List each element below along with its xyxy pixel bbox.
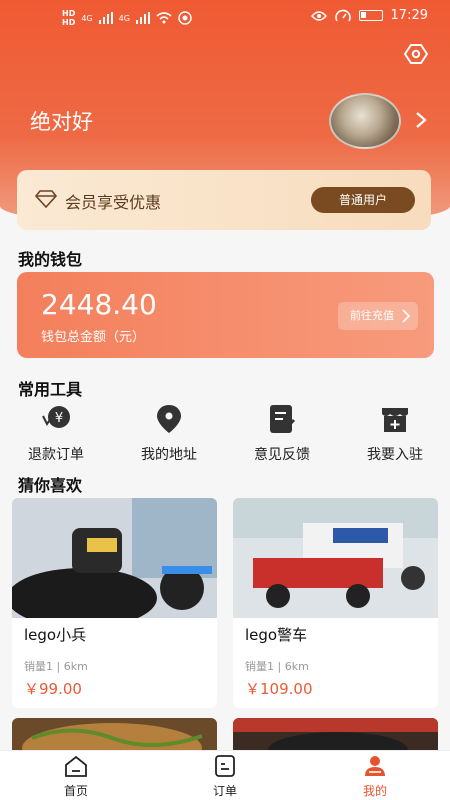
tool-refund-orders[interactable]: ¥ 退款订单	[6, 402, 106, 464]
tool-label: 退款订单	[28, 447, 84, 463]
tools-row: ¥ 退款订单 我的地址 意见反馈 我要入驻	[0, 402, 450, 464]
hd-badge: HD	[62, 9, 76, 18]
tab-label: 订单	[212, 784, 237, 798]
product-sales-count: 销量1	[245, 660, 274, 673]
hd-badge: HD	[62, 18, 76, 27]
clock: 17:29	[390, 8, 428, 23]
avatar[interactable]	[329, 93, 401, 149]
order-icon	[215, 755, 235, 777]
tool-my-address[interactable]: 我的地址	[119, 402, 219, 464]
tab-label: 首页	[63, 784, 88, 798]
network-label: 4G	[81, 13, 93, 23]
tab-home[interactable]: 首页	[36, 755, 116, 799]
product-price: ￥109.00	[245, 680, 313, 698]
member-card[interactable]: 会员享受优惠 普通用户	[17, 170, 431, 230]
signal-icon	[98, 12, 113, 24]
wallet-section-title: 我的钱包	[18, 250, 83, 269]
diamond-icon	[35, 190, 57, 208]
wallet-amount: 2448.40	[41, 288, 157, 321]
location-pin-icon	[157, 405, 181, 433]
refund-icon: ¥	[42, 406, 70, 428]
settings-icon[interactable]	[404, 44, 428, 64]
recommend-section-title: 猜你喜欢	[18, 476, 83, 495]
bottom-tab-bar: 首页 订单 我的	[0, 750, 450, 800]
network-label: 4G	[118, 13, 130, 23]
product-image	[233, 498, 438, 618]
product-distance: 6km	[63, 660, 88, 673]
svg-text:¥: ¥	[55, 411, 63, 426]
signal-icon	[135, 12, 150, 24]
recharge-label: 前往充值	[350, 309, 394, 322]
product-price: ￥99.00	[24, 680, 82, 698]
recharge-button[interactable]: 前往充值	[338, 302, 418, 330]
user-icon	[365, 756, 385, 776]
notification-icon	[178, 11, 192, 25]
tool-join-merchant[interactable]: 我要入驻	[345, 402, 445, 464]
product-card[interactable]: lego警车 销量1 | 6km ￥109.00	[233, 498, 438, 708]
status-bar: HD HD 4G 4G 17:29	[0, 0, 450, 38]
chevron-right-icon[interactable]	[414, 110, 428, 130]
product-card[interactable]: lego小兵 销量1 | 6km ￥99.00	[12, 498, 217, 708]
speedometer-icon	[334, 9, 351, 21]
tool-label: 我要入驻	[367, 447, 423, 463]
member-level-button[interactable]: 普通用户	[311, 187, 415, 213]
wallet-amount-label: 钱包总金额（元）	[41, 330, 146, 345]
home-icon	[65, 755, 87, 777]
tool-label: 意见反馈	[254, 447, 310, 463]
product-distance: 6km	[284, 660, 309, 673]
feedback-icon	[270, 405, 296, 433]
tab-label: 我的	[362, 784, 387, 798]
battery-icon	[358, 10, 383, 21]
wifi-icon	[156, 12, 172, 24]
status-right: 17:29	[310, 8, 428, 23]
tab-mine[interactable]: 我的	[335, 755, 415, 799]
product-sales: 销量1 | 6km	[245, 660, 309, 673]
member-benefit-text: 会员享受优惠	[65, 193, 162, 212]
username[interactable]: 绝对好	[30, 106, 93, 136]
product-sales-count: 销量1	[24, 660, 53, 673]
product-sales: 销量1 | 6km	[24, 660, 88, 673]
product-name: lego警车	[245, 626, 308, 644]
status-left: HD HD 4G 4G	[62, 9, 192, 27]
tab-orders[interactable]: 订单	[185, 755, 265, 799]
tools-section-title: 常用工具	[18, 380, 83, 399]
product-image	[12, 498, 217, 628]
wallet-card[interactable]: 2448.40 钱包总金额（元） 前往充值	[17, 272, 434, 358]
chevron-right-icon	[402, 309, 410, 323]
product-name: lego小兵	[24, 626, 87, 644]
eye-icon	[310, 10, 327, 21]
tool-feedback[interactable]: 意见反馈	[232, 402, 332, 464]
tool-label: 我的地址	[141, 447, 197, 463]
shop-join-icon	[382, 408, 408, 432]
